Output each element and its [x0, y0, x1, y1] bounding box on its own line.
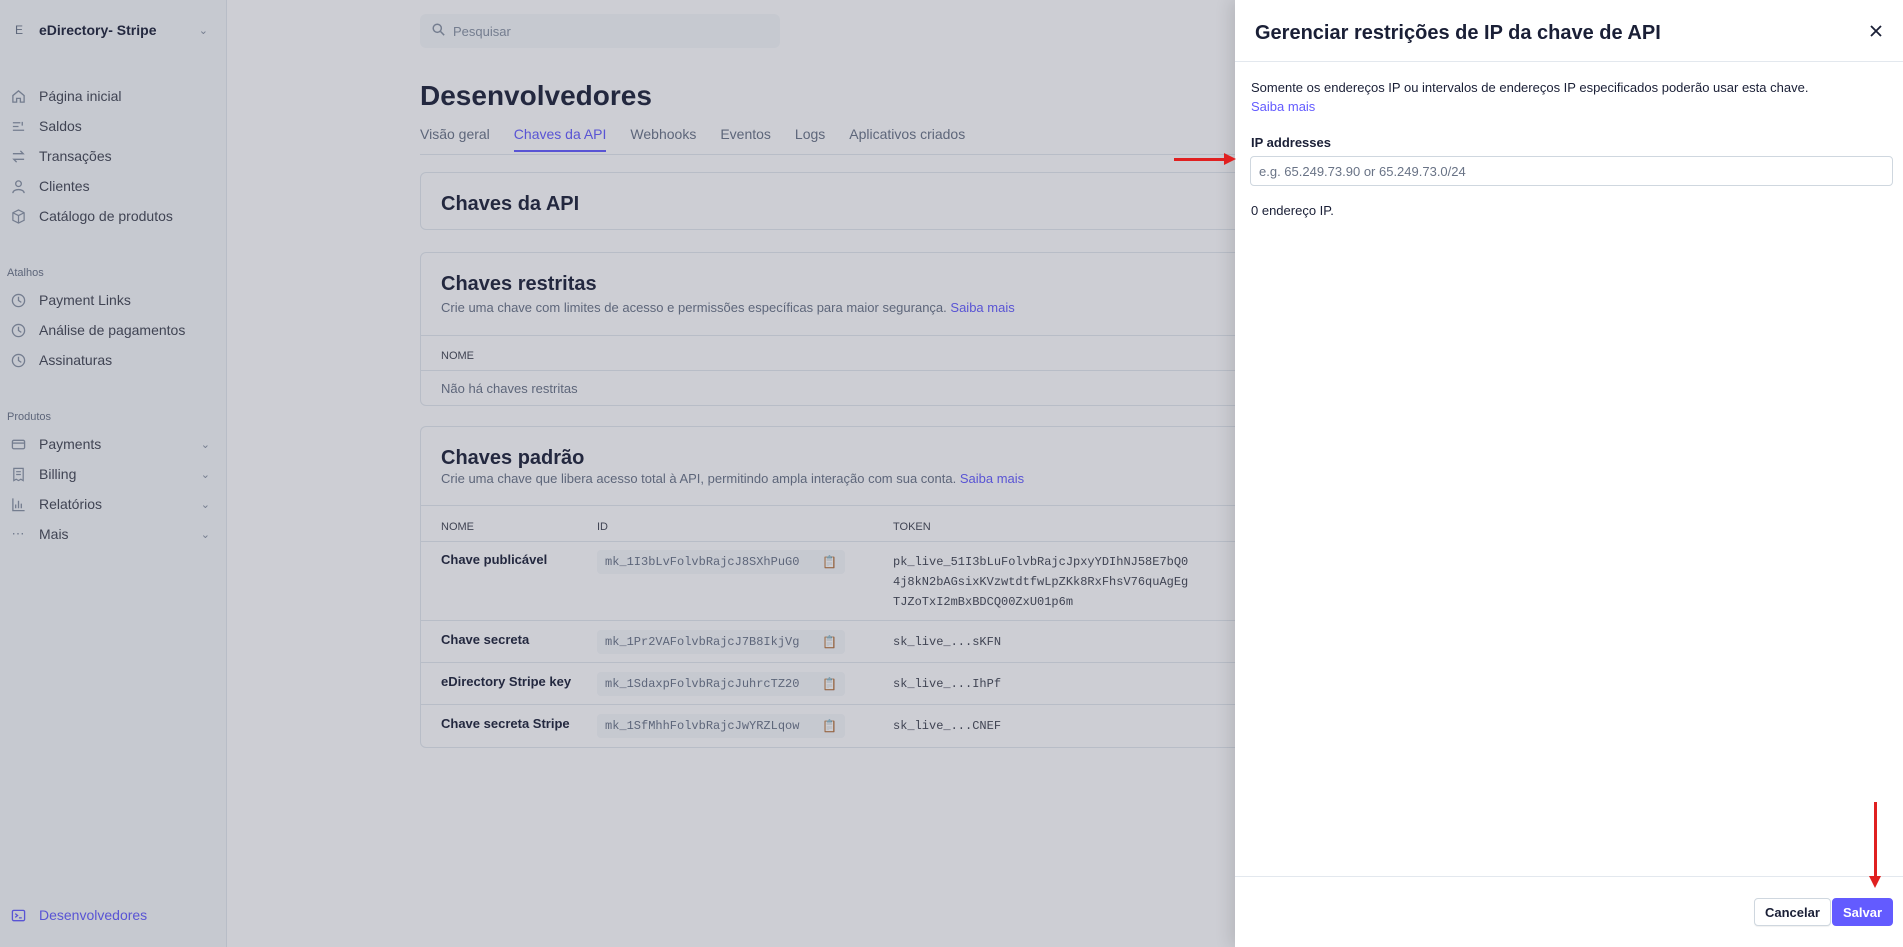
ip-addresses-label: IP addresses — [1251, 135, 1331, 150]
annotation-arrow-right-icon — [1224, 153, 1236, 165]
cancel-button[interactable]: Cancelar — [1754, 898, 1831, 926]
annotation-arrow-shaft — [1174, 158, 1226, 161]
learn-more-link[interactable]: Saiba mais — [1251, 99, 1315, 114]
save-button[interactable]: Salvar — [1832, 898, 1894, 926]
ip-addresses-input[interactable] — [1250, 156, 1893, 186]
close-button[interactable] — [1865, 20, 1887, 42]
drawer-description: Somente os endereços IP ou intervalos de… — [1251, 80, 1809, 95]
ip-restrictions-drawer: Gerenciar restrições de IP da chave de A… — [1235, 0, 1903, 947]
drawer-header: Gerenciar restrições de IP da chave de A… — [1235, 0, 1903, 62]
ip-count-text: 0 endereço IP. — [1251, 203, 1334, 218]
close-icon — [1870, 25, 1882, 37]
annotation-arrow-shaft — [1874, 802, 1877, 880]
annotation-arrow-down-icon — [1869, 876, 1881, 888]
drawer-footer-divider — [1235, 876, 1903, 877]
drawer-title: Gerenciar restrições de IP da chave de A… — [1255, 22, 1661, 44]
modal-backdrop[interactable] — [0, 0, 1235, 947]
